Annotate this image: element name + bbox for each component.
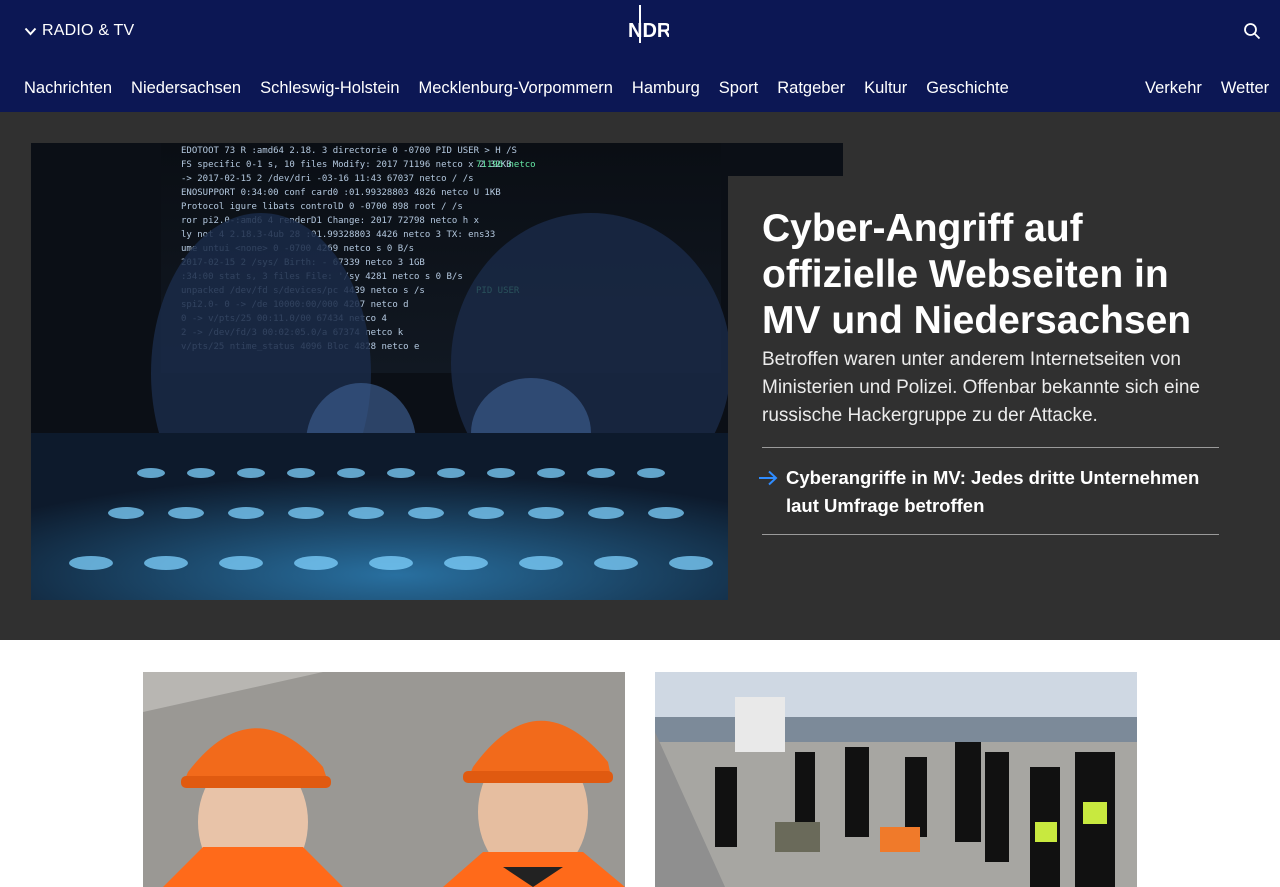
- nav-item-sport[interactable]: Sport: [719, 79, 758, 98]
- site-header: RADIO & TV NDR Nachrichten Niedersachsen…: [0, 0, 1280, 112]
- radio-tv-label: RADIO & TV: [42, 22, 135, 39]
- card-image-hard-hats[interactable]: [143, 672, 625, 887]
- main-navigation: Nachrichten Niedersachsen Schleswig-Hols…: [24, 79, 1009, 98]
- teaser-image-hacker-keyboard[interactable]: EDOTOOT 73 R :amd64 2.18. 3 directorie 0…: [31, 143, 843, 600]
- ndr-logo[interactable]: NDR: [627, 4, 669, 44]
- ndr-logo-text: NDR: [628, 20, 669, 42]
- secondary-navigation: Verkehr Wetter: [1145, 79, 1269, 98]
- svg-text:EDOTOOT 73 R :amd64 2.18. 3 di: EDOTOOT 73 R :amd64 2.18. 3 directorie 0…: [181, 146, 517, 156]
- svg-text:71196 netco: 71196 netco: [476, 160, 536, 170]
- nav-item-schleswig-holstein[interactable]: Schleswig-Holstein: [260, 79, 399, 98]
- teaser-headline[interactable]: Cyber-Angriff auf offizielle Webseiten i…: [762, 206, 1232, 344]
- top-story-teaser: EDOTOOT 73 R :amd64 2.18. 3 directorie 0…: [0, 112, 1280, 640]
- svg-text:ENOSUPPORT 0:34:00 conf car: ENOSUPPORT 0:34:00 conf card0 :01.993288…: [181, 188, 501, 198]
- search-icon[interactable]: [1243, 22, 1261, 40]
- nav-item-nachrichten[interactable]: Nachrichten: [24, 79, 112, 98]
- related-article-link[interactable]: Cyberangriffe in MV: Jedes dritte Untern…: [759, 447, 1219, 535]
- related-article-label: Cyberangriffe in MV: Jedes dritte Untern…: [786, 467, 1200, 516]
- nav-item-ratgeber[interactable]: Ratgeber: [777, 79, 845, 98]
- card-image-police-bridge[interactable]: [655, 672, 1137, 887]
- teaser-summary: Betroffen waren unter anderem Internetse…: [762, 349, 1200, 426]
- nav-item-kultur[interactable]: Kultur: [864, 79, 907, 98]
- nav-item-geschichte[interactable]: Geschichte: [926, 79, 1009, 98]
- chevron-down-icon: [24, 27, 37, 35]
- nav-item-niedersachsen[interactable]: Niedersachsen: [131, 79, 241, 98]
- svg-text:FS specific 0-1 s, 10 fil: FS specific 0-1 s, 10 files Modify: 2017…: [181, 160, 512, 170]
- arrow-right-icon: [759, 470, 778, 486]
- svg-text:Protocol igure libats con: Protocol igure libats controlD 0 -0700 8…: [181, 202, 463, 212]
- nav-item-mecklenburg-vorpommern[interactable]: Mecklenburg-Vorpommern: [419, 79, 613, 98]
- svg-text:-> 2017-02-15 2 /dev: -> 2017-02-15 2 /dev/dri -03-16 11:43 67…: [181, 174, 474, 184]
- nav-item-hamburg[interactable]: Hamburg: [632, 79, 700, 98]
- radio-tv-menu-button[interactable]: RADIO & TV: [24, 20, 134, 42]
- nav-item-wetter[interactable]: Wetter: [1221, 79, 1269, 98]
- nav-item-verkehr[interactable]: Verkehr: [1145, 79, 1202, 98]
- teaser-text-panel: Cyber-Angriff auf offizielle Webseiten i…: [728, 176, 1280, 640]
